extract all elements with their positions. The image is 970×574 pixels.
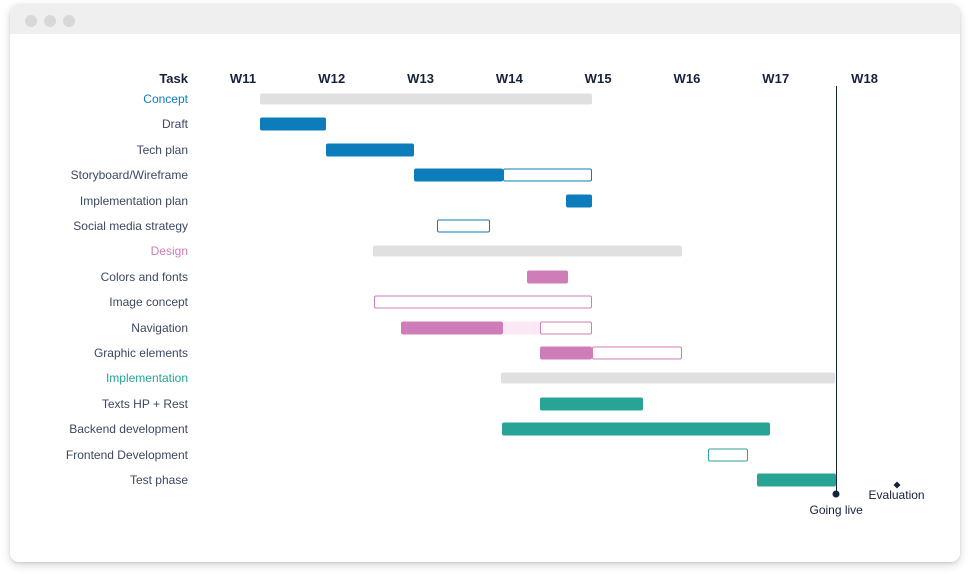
gantt-bar-solid[interactable] (325, 143, 415, 157)
gantt-bar-solid[interactable] (527, 270, 568, 284)
gantt-bar-ghost[interactable] (503, 321, 540, 335)
task-label-implementation: Implementation (105, 371, 188, 386)
task-label-implementation-plan: Implementation plan (79, 193, 188, 208)
task-label-design: Design (150, 244, 188, 259)
gantt-group-bar[interactable] (259, 93, 592, 105)
gantt-bar-outline[interactable] (540, 321, 592, 335)
window-maximize-button[interactable] (63, 15, 75, 27)
week-tick-w12: W12 (318, 71, 346, 86)
gantt-bar-solid[interactable] (757, 473, 837, 487)
week-tick-w18: W18 (851, 71, 879, 86)
week-tick-w11: W11 (229, 71, 257, 86)
task-label-image-concept: Image concept (109, 295, 188, 310)
milestone-line-going-live (836, 86, 838, 494)
gantt-bar-outline[interactable] (708, 448, 749, 462)
milestone-label-evaluation: Evaluation (868, 488, 925, 502)
week-tick-w14: W14 (495, 71, 523, 86)
gantt-bar-solid[interactable] (566, 194, 592, 208)
window-minimize-button[interactable] (44, 15, 56, 27)
task-label-storyboard-wireframe: Storyboard/Wireframe (70, 168, 188, 183)
gantt-bar-outline[interactable] (591, 346, 682, 360)
task-label-frontend-development: Frontend Development (65, 447, 188, 462)
gantt-bar-solid[interactable] (540, 397, 644, 411)
app-window: Task W11 W12 W13 W14 W15 W16 W17 W18 Concept Dra… (10, 4, 960, 562)
task-label-navigation: Navigation (131, 320, 188, 335)
window-body: Task W11 W12 W13 W14 W15 W16 W17 W18 Concept Dra… (10, 34, 960, 562)
gantt-bar-outline[interactable] (373, 295, 592, 309)
gantt-group-bar[interactable] (500, 372, 836, 384)
task-label-test-phase: Test phase (129, 473, 188, 487)
gantt-chart: Task W11 W12 W13 W14 W15 W16 W17 W18 Concept Dra… (10, 34, 960, 562)
week-tick-w17: W17 (762, 71, 790, 86)
task-label-colors-and-fonts: Colors and fonts (100, 269, 188, 284)
gantt-group-bar[interactable] (372, 245, 682, 257)
task-label-draft: Draft (161, 117, 188, 132)
gantt-bar-solid[interactable] (259, 117, 326, 131)
gantt-bar-solid[interactable] (414, 168, 504, 182)
gantt-bar-outline[interactable] (437, 219, 490, 233)
gantt-bar-solid[interactable] (540, 346, 592, 360)
task-label-social-media-strategy: Social media strategy (73, 219, 188, 233)
milestone-label-going-live: Going live (809, 503, 863, 517)
task-column-header: Task (159, 71, 188, 86)
task-label-concept: Concept (143, 92, 188, 106)
milestone-marker-going-live[interactable] (832, 490, 840, 498)
week-tick-w16: W16 (673, 71, 701, 86)
gantt-bar-solid[interactable] (401, 321, 504, 335)
task-label-tech-plan: Tech plan (136, 142, 188, 157)
task-label-graphic-elements: Graphic elements (93, 346, 188, 360)
gantt-bar-outline[interactable] (503, 168, 592, 182)
week-tick-w13: W13 (407, 71, 435, 86)
week-tick-w15: W15 (584, 71, 612, 86)
window-close-button[interactable] (25, 15, 37, 27)
window-titlebar (10, 4, 960, 34)
gantt-bar-solid[interactable] (502, 422, 771, 436)
task-label-backend-development: Backend development (69, 422, 188, 437)
task-label-texts-hp-rest: Texts HP + Rest (101, 396, 188, 411)
